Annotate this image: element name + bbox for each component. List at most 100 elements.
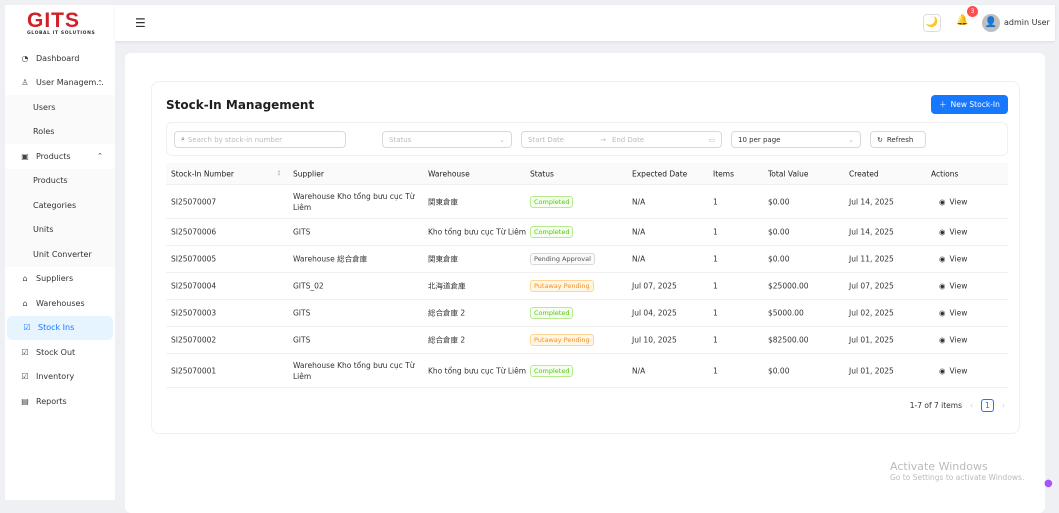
- sidebar-item-user-managem-[interactable]: ♙ User Managem... ⌃: [5, 71, 115, 96]
- sort-icon[interactable]: ⇕: [276, 168, 282, 179]
- theme-toggle-button[interactable]: 🌙: [923, 14, 941, 32]
- next-page-icon[interactable]: ›: [1002, 401, 1005, 410]
- sidebar-subitem-users[interactable]: Users: [5, 95, 115, 120]
- table-row: SI25070005 Warehouse 総合倉庫 関東倉庫 Pending Appr…: [166, 246, 1008, 273]
- sidebar-subitem-unit-converter[interactable]: Unit Converter: [5, 242, 115, 267]
- table-row: SI25070004 GITS_02 北海道倉庫 Putaway Pending Jul…: [166, 273, 1008, 300]
- top-header: ☰ 🌙 🔔 3 👤 admin User: [115, 5, 1055, 41]
- eye-icon: ◉: [939, 281, 946, 291]
- eye-icon: ◉: [939, 197, 946, 206]
- dashboard-icon: ◔: [21, 53, 29, 63]
- page-title: Stock-In Management: [166, 98, 315, 112]
- view-button[interactable]: ◉ View: [939, 227, 967, 238]
- supplier-cell: GITS: [293, 227, 311, 237]
- windows-watermark: Activate Windows Go to Settings to activ…: [890, 460, 1025, 482]
- report-icon: ▤: [21, 396, 29, 406]
- submenu: Users Roles: [5, 95, 115, 144]
- sidebar-item-dashboard[interactable]: ◔ Dashboard: [5, 46, 115, 71]
- filter-bar: ⌕ Search by stock-in number Status ⌄ Start…: [166, 122, 1008, 156]
- status-select[interactable]: Status ⌄: [382, 131, 512, 148]
- column-header: Warehouse: [428, 169, 470, 178]
- column-header: Items: [713, 169, 734, 178]
- sidebar-subitem-units[interactable]: Units: [5, 218, 115, 243]
- number-cell: SI25070003: [171, 308, 217, 318]
- search-input[interactable]: ⌕ Search by stock-in number: [174, 131, 346, 148]
- number-cell: SI25070006: [171, 227, 217, 237]
- logo[interactable]: GITS GLOBAL IT SOLUTIONS: [5, 5, 115, 43]
- table-row: SI25070001 Warehouse Kho tổng bưu cục Từ …: [166, 354, 1008, 388]
- sidebar-item-stock-ins[interactable]: ☑ Stock Ins: [7, 315, 113, 340]
- date-range-picker[interactable]: Start Date → End Date ▭: [521, 131, 722, 148]
- status-badge: Completed: [530, 307, 574, 319]
- status-badge: Completed: [530, 364, 574, 377]
- eye-icon: ◉: [939, 366, 946, 375]
- chevron-up-icon: ⌃: [97, 78, 103, 87]
- search-icon: ⌕: [181, 135, 185, 143]
- arrow-right-icon: →: [600, 135, 606, 144]
- supplier-cell: Warehouse Kho tổng bưu cục Từ Liêm: [293, 191, 415, 212]
- supplier-cell: Warehouse Kho tổng bưu cục Từ Liêm: [293, 360, 415, 381]
- number-cell: SI25070001: [171, 366, 217, 375]
- eye-icon: ◉: [939, 227, 946, 237]
- status-badge: Completed: [530, 195, 574, 208]
- calendar-icon: ▭: [708, 135, 715, 144]
- sidebar-item-inventory[interactable]: ☑ Inventory: [5, 365, 115, 390]
- assistant-icon[interactable]: ●: [1044, 478, 1053, 489]
- pagination: 1-7 of 7 items ‹ 1 ›: [910, 399, 1005, 412]
- sidebar-item-stock-out[interactable]: ☑ Stock Out: [5, 340, 115, 365]
- sidebar-item-products[interactable]: ▣ Products ⌃: [5, 144, 115, 169]
- sidebar-nav: ◔ Dashboard ♙ User Managem... ⌃ Users Roles ▣ Pr…: [5, 46, 115, 414]
- view-button[interactable]: ◉ View: [939, 196, 967, 207]
- edit-icon: ☑: [21, 372, 29, 382]
- sidebar: GITS GLOBAL IT SOLUTIONS ◔ Dashboard ♙ User…: [5, 5, 115, 500]
- sidebar-subitem-products[interactable]: Products: [5, 169, 115, 194]
- avatar[interactable]: 👤: [982, 14, 1000, 32]
- column-header: Total Value: [768, 169, 809, 178]
- sidebar-item-reports[interactable]: ▤ Reports: [5, 389, 115, 414]
- menu-toggle-icon[interactable]: ☰: [135, 16, 146, 30]
- eye-icon: ◉: [939, 308, 946, 318]
- column-header[interactable]: Stock-In Number: [171, 168, 234, 179]
- bank-icon: ⌂: [22, 274, 28, 284]
- sidebar-item-suppliers[interactable]: ⌂ Suppliers: [5, 267, 115, 292]
- status-badge: Putaway Pending: [530, 280, 594, 292]
- status-badge: Completed: [530, 226, 574, 238]
- column-header: Created: [849, 169, 879, 178]
- table-row: SI25070006 GITS Kho tổng bưu cục Từ Liêm Co…: [166, 219, 1008, 246]
- column-header: Expected Date: [632, 169, 688, 178]
- page-size-select[interactable]: 10 per page ⌄: [731, 131, 861, 148]
- shopping-bag-icon: ▣: [21, 151, 29, 161]
- column-header: Actions: [931, 169, 959, 178]
- new-stock-in-button[interactable]: ＋ New Stock-In: [931, 95, 1008, 114]
- eye-icon: ◉: [939, 335, 946, 345]
- eye-icon: ◉: [939, 254, 946, 264]
- page-1-button[interactable]: 1: [981, 399, 994, 412]
- sidebar-item-warehouses[interactable]: ⌂ Warehouses: [5, 291, 115, 316]
- chevron-down-icon: ⌄: [848, 135, 854, 144]
- view-button[interactable]: ◉ View: [939, 308, 967, 319]
- submenu: Products Categories Units Unit Converter: [5, 168, 115, 267]
- table-row: SI25070002 GITS 総合倉庫 2 Putaway Pending Jul 1…: [166, 327, 1008, 354]
- supplier-cell: GITS_02: [293, 281, 324, 291]
- table-row: SI25070007 Warehouse Kho tổng bưu cục Từ …: [166, 185, 1008, 219]
- sidebar-subitem-roles[interactable]: Roles: [5, 120, 115, 145]
- number-cell: SI25070004: [171, 281, 217, 291]
- status-badge: Putaway Pending: [530, 334, 594, 346]
- home-icon: ⌂: [22, 298, 28, 308]
- prev-page-icon[interactable]: ‹: [970, 401, 973, 410]
- column-header: Status: [530, 169, 554, 178]
- edit-icon: ☑: [21, 347, 29, 357]
- view-button[interactable]: ◉ View: [939, 365, 967, 376]
- number-cell: SI25070005: [171, 254, 217, 264]
- view-button[interactable]: ◉ View: [939, 254, 967, 265]
- bell-icon[interactable]: 🔔: [956, 15, 968, 26]
- user-name[interactable]: admin User: [1004, 18, 1050, 27]
- supplier-cell: Warehouse 総合倉庫: [293, 254, 368, 264]
- stock-in-table: Stock-In Number Supplier Warehouse Status Ex…: [166, 163, 1008, 388]
- view-button[interactable]: ◉ View: [939, 281, 967, 292]
- table-row: SI25070003 GITS 総合倉庫 2 Completed Jul 04, 202…: [166, 300, 1008, 327]
- refresh-button[interactable]: ↻ Refresh: [870, 131, 926, 148]
- pagination-summary: 1-7 of 7 items: [909, 401, 962, 410]
- sidebar-subitem-categories[interactable]: Categories: [5, 193, 115, 218]
- view-button[interactable]: ◉ View: [939, 335, 967, 346]
